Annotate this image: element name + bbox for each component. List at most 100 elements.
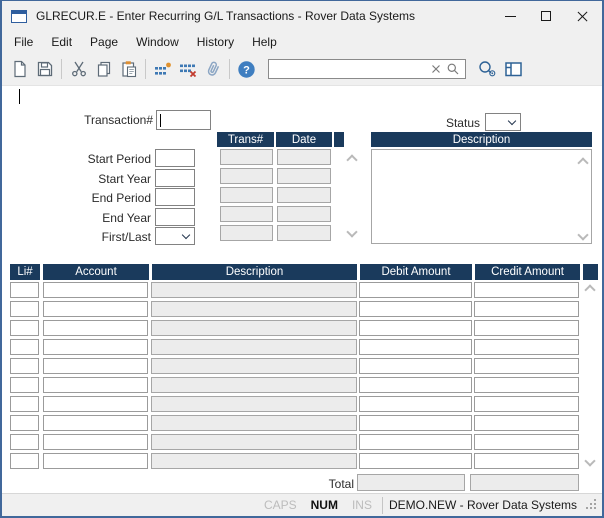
- credit-cell[interactable]: [474, 320, 579, 336]
- account-column-header: Account: [43, 264, 149, 280]
- line-number-cell[interactable]: [10, 358, 39, 374]
- line-number-cell[interactable]: [10, 453, 39, 469]
- end-year-input[interactable]: [155, 208, 195, 226]
- debit-cell[interactable]: [359, 339, 472, 355]
- account-cell[interactable]: [43, 339, 148, 355]
- trans-table-row[interactable]: [220, 187, 331, 203]
- toolbar-separator: [229, 59, 230, 79]
- caps-indicator: CAPS: [264, 498, 297, 512]
- attachment-button[interactable]: [200, 56, 225, 82]
- debit-cell[interactable]: [359, 282, 472, 298]
- credit-cell[interactable]: [474, 282, 579, 298]
- chevron-down-icon: [182, 231, 190, 239]
- help-button[interactable]: ?: [234, 56, 259, 82]
- trans-table-row[interactable]: [220, 206, 331, 222]
- trans-cell: [220, 187, 273, 203]
- credit-cell[interactable]: [474, 301, 579, 317]
- trans-table-row[interactable]: [220, 225, 331, 241]
- delete-rows-button[interactable]: [175, 56, 200, 82]
- window-controls: [492, 1, 600, 31]
- line-number-cell[interactable]: [10, 320, 39, 336]
- description-cell: [151, 453, 357, 469]
- date-column-header: Date: [276, 132, 332, 147]
- credit-cell[interactable]: [474, 396, 579, 412]
- debit-cell[interactable]: [359, 434, 472, 450]
- credit-cell[interactable]: [474, 453, 579, 469]
- description-textarea[interactable]: [371, 149, 592, 244]
- account-cell[interactable]: [43, 301, 148, 317]
- line-number-cell[interactable]: [10, 377, 39, 393]
- start-year-input[interactable]: [155, 169, 195, 187]
- start-period-input[interactable]: [155, 149, 195, 167]
- line-number-cell[interactable]: [10, 434, 39, 450]
- account-cell[interactable]: [43, 415, 148, 431]
- menu-item[interactable]: Help: [243, 32, 286, 52]
- menu-item[interactable]: Page: [81, 32, 127, 52]
- credit-cell[interactable]: [474, 339, 579, 355]
- paste-button[interactable]: [116, 56, 141, 82]
- line-number-cell[interactable]: [10, 301, 39, 317]
- description-column-header: Description: [152, 264, 357, 280]
- search-button[interactable]: [444, 62, 462, 76]
- trans-cell: [220, 168, 273, 184]
- account-cell[interactable]: [43, 358, 148, 374]
- trans-table-row[interactable]: [220, 168, 331, 184]
- line-number-cell[interactable]: [10, 339, 39, 355]
- line-number-cell[interactable]: [10, 415, 39, 431]
- app-window-icon: [11, 10, 27, 23]
- debit-cell[interactable]: [359, 396, 472, 412]
- description-cell: [151, 301, 357, 317]
- credit-cell[interactable]: [474, 434, 579, 450]
- credit-cell[interactable]: [474, 377, 579, 393]
- insert-rows-icon: [154, 60, 172, 78]
- status-select[interactable]: [485, 113, 521, 131]
- save-button[interactable]: [32, 56, 57, 82]
- cut-button[interactable]: [66, 56, 91, 82]
- account-cell[interactable]: [43, 434, 148, 450]
- menu-item[interactable]: Edit: [42, 32, 81, 52]
- credit-cell[interactable]: [474, 358, 579, 374]
- debit-cell[interactable]: [359, 301, 472, 317]
- insert-rows-button[interactable]: [150, 56, 175, 82]
- app-window: GLRECUR.E - Enter Recurring G/L Transact…: [0, 0, 604, 518]
- menu-item[interactable]: Window: [127, 32, 188, 52]
- transaction-input[interactable]: [156, 110, 211, 130]
- description-cell: [151, 339, 357, 355]
- search-input[interactable]: [273, 62, 428, 76]
- scroll-up-icon[interactable]: [584, 284, 595, 295]
- menu-item[interactable]: File: [5, 32, 42, 52]
- debit-cell[interactable]: [359, 320, 472, 336]
- resize-grip-icon[interactable]: [586, 499, 598, 511]
- account-cell[interactable]: [43, 453, 148, 469]
- find-view-button[interactable]: [473, 56, 501, 82]
- copy-button[interactable]: [91, 56, 116, 82]
- end-period-input[interactable]: [155, 188, 195, 206]
- scroll-down-icon[interactable]: [584, 455, 595, 466]
- debit-cell[interactable]: [359, 358, 472, 374]
- account-cell[interactable]: [43, 282, 148, 298]
- new-document-button[interactable]: [7, 56, 32, 82]
- total-label: Total: [202, 477, 354, 491]
- close-button[interactable]: [564, 1, 600, 31]
- scroll-up-icon[interactable]: [346, 154, 357, 165]
- line-number-cell[interactable]: [10, 282, 39, 298]
- scroll-down-icon[interactable]: [346, 226, 357, 237]
- account-cell[interactable]: [43, 396, 148, 412]
- debit-cell[interactable]: [359, 453, 472, 469]
- menu-item[interactable]: History: [188, 32, 243, 52]
- clear-search-button[interactable]: [428, 63, 444, 75]
- minimize-button[interactable]: [492, 1, 528, 31]
- maximize-button[interactable]: [528, 1, 564, 31]
- credit-cell[interactable]: [474, 415, 579, 431]
- trans-cell: [220, 225, 273, 241]
- panel-layout-button[interactable]: [501, 56, 526, 82]
- trans-table-row[interactable]: [220, 149, 331, 165]
- account-cell[interactable]: [43, 377, 148, 393]
- debit-cell[interactable]: [359, 377, 472, 393]
- account-cell[interactable]: [43, 320, 148, 336]
- attachment-icon: [204, 60, 222, 78]
- line-number-cell[interactable]: [10, 396, 39, 412]
- date-cell: [277, 206, 331, 222]
- debit-cell[interactable]: [359, 415, 472, 431]
- first-last-select[interactable]: [155, 227, 195, 245]
